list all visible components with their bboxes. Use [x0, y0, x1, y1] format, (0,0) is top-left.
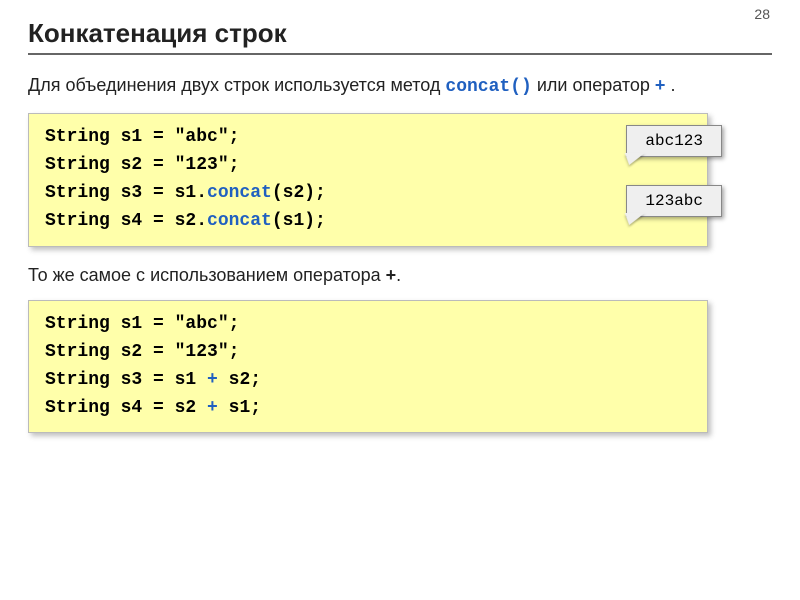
code1-line4-method: concat: [207, 211, 272, 231]
code-block-1: String s1 = "abc"; String s2 = "123"; St…: [28, 113, 708, 247]
subtext: То же самое с использованием оператора +…: [28, 265, 772, 286]
intro-method: concat(): [445, 77, 531, 97]
code-block-1-wrap: String s1 = "abc"; String s2 = "123"; St…: [28, 113, 772, 247]
code1-line4: String s4 = s2.concat(s1);: [45, 208, 691, 236]
subtext-operator: +: [386, 265, 397, 285]
code2-line4-op: +: [207, 398, 218, 418]
title-divider: [28, 53, 772, 55]
intro-mid: или оператор: [537, 75, 655, 95]
subtext-pre: То же самое с использованием оператора: [28, 265, 386, 285]
page-number: 28: [754, 6, 770, 22]
code2-line3: String s3 = s1 + s2;: [45, 367, 691, 395]
code1-line3-pre: String s3 = s1.: [45, 183, 207, 203]
intro-text: Для объединения двух строк используется …: [28, 73, 772, 99]
code-block-2: String s1 = "abc"; String s2 = "123"; St…: [28, 300, 708, 434]
code-block-2-wrap: String s1 = "abc"; String s2 = "123"; St…: [28, 300, 772, 434]
code2-line3-post: s2;: [218, 370, 261, 390]
code2-line2: String s2 = "123";: [45, 339, 691, 367]
code1-line1: String s1 = "abc";: [45, 124, 691, 152]
code2-line3-op: +: [207, 370, 218, 390]
code2-line4-post: s1;: [218, 398, 261, 418]
intro-suffix: .: [670, 75, 675, 95]
code1-line4-pre: String s4 = s2.: [45, 211, 207, 231]
code1-line3-method: concat: [207, 183, 272, 203]
intro-prefix: Для объединения двух строк используется …: [28, 75, 445, 95]
code2-line4-pre: String s4 = s2: [45, 398, 207, 418]
subtext-post: .: [396, 265, 401, 285]
code1-line3-post: (s2);: [272, 183, 326, 203]
code2-line1: String s1 = "abc";: [45, 311, 691, 339]
code1-line4-post: (s1);: [272, 211, 326, 231]
code2-line4: String s4 = s2 + s1;: [45, 395, 691, 423]
code1-line2: String s2 = "123";: [45, 152, 691, 180]
intro-operator: +: [655, 75, 666, 95]
slide-title: Конкатенация строк: [28, 18, 772, 49]
code1-line3: String s3 = s1.concat(s2);: [45, 180, 691, 208]
code2-line3-pre: String s3 = s1: [45, 370, 207, 390]
